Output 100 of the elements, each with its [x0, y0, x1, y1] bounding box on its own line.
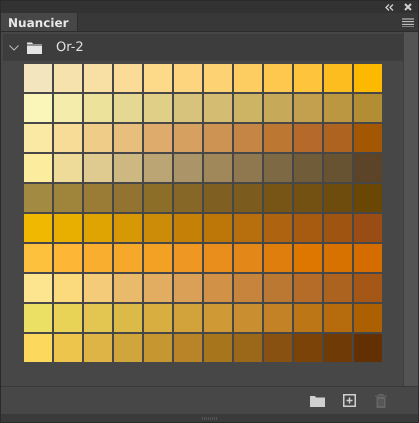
color-swatch[interactable]	[204, 274, 232, 302]
color-swatch[interactable]	[294, 214, 322, 242]
color-swatch[interactable]	[144, 334, 172, 362]
color-swatch[interactable]	[264, 304, 292, 332]
color-swatch[interactable]	[174, 244, 202, 272]
color-swatch[interactable]	[204, 94, 232, 122]
color-swatch[interactable]	[54, 304, 82, 332]
color-swatch[interactable]	[114, 124, 142, 152]
color-swatch[interactable]	[324, 94, 352, 122]
color-swatch[interactable]	[234, 274, 262, 302]
color-swatch[interactable]	[264, 274, 292, 302]
color-swatch[interactable]	[294, 184, 322, 212]
color-swatch[interactable]	[24, 124, 52, 152]
color-swatch[interactable]	[114, 244, 142, 272]
color-swatch[interactable]	[264, 184, 292, 212]
color-swatch[interactable]	[54, 184, 82, 212]
color-swatch[interactable]	[354, 304, 382, 332]
color-swatch[interactable]	[54, 274, 82, 302]
color-swatch[interactable]	[324, 274, 352, 302]
color-swatch[interactable]	[174, 184, 202, 212]
color-swatch[interactable]	[324, 244, 352, 272]
color-swatch[interactable]	[144, 94, 172, 122]
color-swatch[interactable]	[204, 64, 232, 92]
color-swatch[interactable]	[114, 184, 142, 212]
color-swatch[interactable]	[294, 244, 322, 272]
color-swatch[interactable]	[84, 94, 112, 122]
color-swatch[interactable]	[294, 154, 322, 182]
color-swatch[interactable]	[24, 334, 52, 362]
color-swatch[interactable]	[204, 334, 232, 362]
color-swatch[interactable]	[84, 154, 112, 182]
color-swatch[interactable]	[24, 274, 52, 302]
menu-icon[interactable]	[402, 18, 414, 26]
color-swatch[interactable]	[264, 154, 292, 182]
color-swatch[interactable]	[294, 274, 322, 302]
color-swatch[interactable]	[84, 274, 112, 302]
color-swatch[interactable]	[354, 64, 382, 92]
color-swatch[interactable]	[84, 244, 112, 272]
color-swatch[interactable]	[174, 154, 202, 182]
color-swatch[interactable]	[114, 214, 142, 242]
color-swatch[interactable]	[174, 334, 202, 362]
color-swatch[interactable]	[204, 124, 232, 152]
color-swatch[interactable]	[114, 334, 142, 362]
color-swatch[interactable]	[84, 124, 112, 152]
collapse-icon[interactable]	[385, 4, 394, 10]
color-swatch[interactable]	[324, 154, 352, 182]
color-swatch[interactable]	[294, 334, 322, 362]
color-swatch[interactable]	[204, 184, 232, 212]
color-swatch[interactable]	[114, 154, 142, 182]
color-swatch[interactable]	[144, 124, 172, 152]
color-swatch[interactable]	[234, 184, 262, 212]
color-swatch[interactable]	[354, 214, 382, 242]
color-swatch[interactable]	[204, 304, 232, 332]
color-swatch[interactable]	[114, 304, 142, 332]
color-swatch[interactable]	[54, 94, 82, 122]
color-swatch[interactable]	[84, 184, 112, 212]
color-swatch[interactable]	[84, 304, 112, 332]
color-swatch[interactable]	[294, 94, 322, 122]
color-swatch[interactable]	[54, 244, 82, 272]
color-swatch[interactable]	[234, 64, 262, 92]
color-swatch[interactable]	[54, 334, 82, 362]
color-swatch[interactable]	[234, 124, 262, 152]
color-swatch[interactable]	[354, 244, 382, 272]
color-swatch[interactable]	[144, 64, 172, 92]
color-swatch[interactable]	[204, 244, 232, 272]
color-swatch[interactable]	[324, 214, 352, 242]
color-swatch[interactable]	[84, 334, 112, 362]
color-swatch[interactable]	[84, 64, 112, 92]
chevron-icon[interactable]	[9, 44, 19, 50]
color-swatch[interactable]	[144, 154, 172, 182]
color-swatch[interactable]	[204, 154, 232, 182]
color-swatch[interactable]	[54, 154, 82, 182]
color-swatch[interactable]	[54, 124, 82, 152]
panel-tab[interactable]: Nuancier	[1, 13, 78, 31]
color-swatch[interactable]	[234, 214, 262, 242]
color-swatch[interactable]	[24, 94, 52, 122]
color-swatch[interactable]	[294, 64, 322, 92]
color-swatch[interactable]	[144, 274, 172, 302]
color-swatch[interactable]	[264, 64, 292, 92]
color-swatch[interactable]	[234, 334, 262, 362]
color-swatch[interactable]	[324, 304, 352, 332]
color-swatch[interactable]	[324, 64, 352, 92]
color-swatch[interactable]	[174, 64, 202, 92]
color-swatch[interactable]	[174, 274, 202, 302]
color-swatch[interactable]	[264, 94, 292, 122]
color-swatch[interactable]	[294, 304, 322, 332]
color-swatch[interactable]	[174, 94, 202, 122]
color-swatch[interactable]	[354, 274, 382, 302]
color-swatch[interactable]	[54, 214, 82, 242]
color-swatch[interactable]	[354, 124, 382, 152]
color-swatch[interactable]	[264, 244, 292, 272]
color-swatch[interactable]	[174, 304, 202, 332]
color-swatch[interactable]	[264, 334, 292, 362]
color-swatch[interactable]	[354, 184, 382, 212]
color-swatch[interactable]	[174, 124, 202, 152]
color-swatch[interactable]	[324, 184, 352, 212]
color-swatch[interactable]	[114, 274, 142, 302]
color-swatch[interactable]	[144, 304, 172, 332]
close-icon[interactable]	[404, 3, 412, 11]
color-swatch[interactable]	[24, 154, 52, 182]
color-swatch[interactable]	[354, 334, 382, 362]
